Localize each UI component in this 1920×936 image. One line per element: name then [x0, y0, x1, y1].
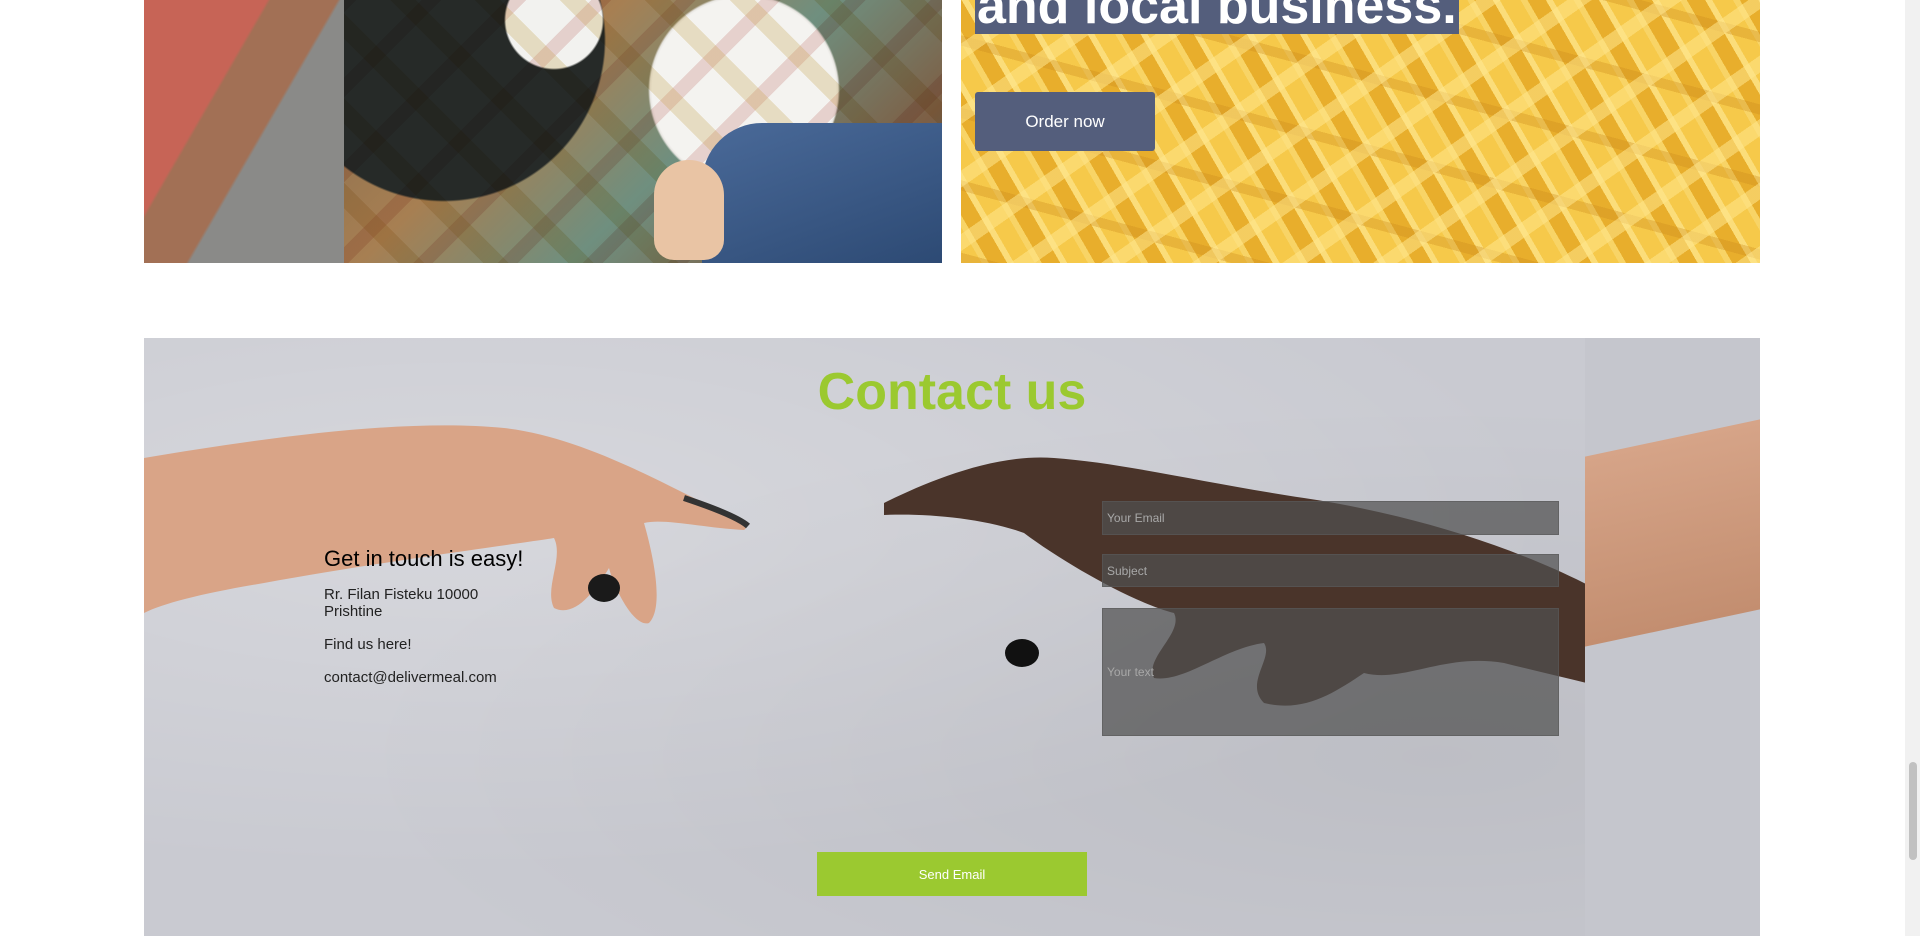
address-line1: Rr. Filan Fisteku 10000 — [324, 586, 479, 603]
scroll-thumb[interactable] — [1909, 762, 1917, 860]
side-arm-image — [1585, 338, 1760, 936]
find-us-text: Find us here! — [324, 636, 412, 653]
restaurant-table-photo — [144, 0, 942, 263]
subject-field[interactable] — [1102, 554, 1559, 587]
contact-section: Contact us Get in touch is easy! Rr. Fil… — [144, 338, 1760, 936]
contact-info: Get in touch is easy! Rr. Filan Fisteku … — [324, 546, 523, 702]
message-field[interactable] — [1102, 608, 1559, 736]
promo-headline: and local business. — [975, 0, 1459, 34]
send-email-button[interactable]: Send Email — [817, 852, 1087, 896]
address-line2: Prishtine — [324, 603, 383, 620]
contact-title: Contact us — [817, 363, 1087, 421]
order-now-button[interactable]: Order now — [975, 92, 1155, 151]
page-scrollbar[interactable] — [1905, 0, 1920, 936]
address: Rr. Filan Fisteku 10000 Prishtine — [324, 586, 523, 620]
contact-email: contact@delivermeal.com — [324, 669, 497, 686]
email-field[interactable] — [1102, 501, 1559, 535]
info-heading: Get in touch is easy! — [324, 546, 524, 571]
